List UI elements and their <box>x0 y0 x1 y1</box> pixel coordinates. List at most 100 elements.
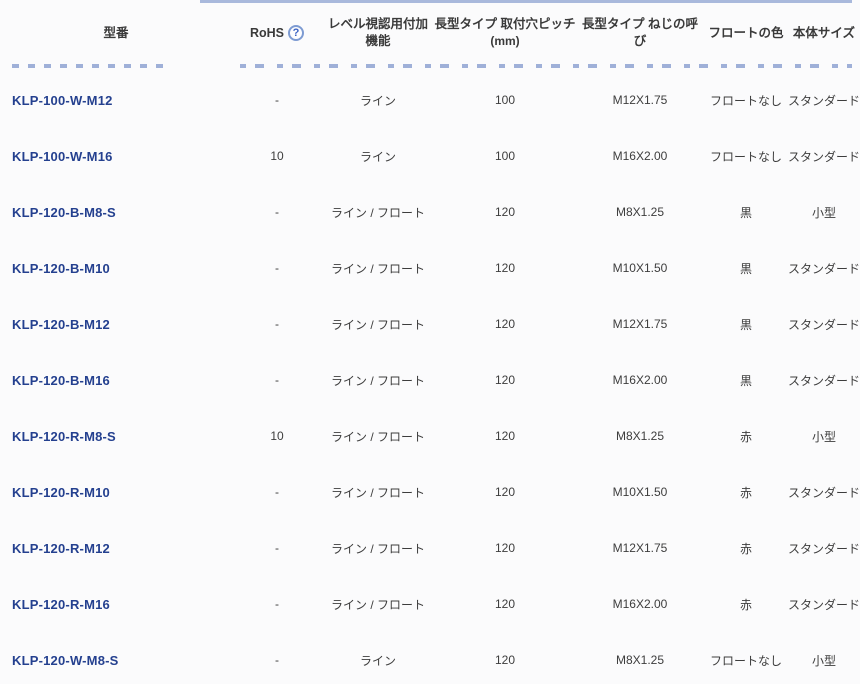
level-function-value: ライン / フロート <box>322 428 434 445</box>
body-size-value: スタンダード <box>788 92 860 109</box>
rohs-value: - <box>232 317 322 331</box>
column-header-hole-pitch-unit: (mm) <box>434 33 576 49</box>
level-function-value: ライン <box>322 92 434 109</box>
table-row: KLP-120-W-M8-S - ライン 120 M8X1.25 フロートなし … <box>0 632 860 684</box>
column-header-model: 型番 <box>0 25 232 42</box>
screw-size-value: M16X2.00 <box>576 373 704 387</box>
level-function-value: ライン / フロート <box>322 484 434 501</box>
hole-pitch-value: 120 <box>434 373 576 387</box>
body-size-value: スタンダード <box>788 540 860 557</box>
hole-pitch-value: 120 <box>434 541 576 555</box>
model-cell: KLP-120-B-M16 <box>0 373 232 388</box>
product-table: 型番 RoHS ? レベル視認用付加機能 長型タイプ 取付穴ピッチ (mm) 長… <box>0 0 860 64</box>
body-size-value: スタンダード <box>788 148 860 165</box>
screw-size-value: M10X1.50 <box>576 261 704 275</box>
model-link[interactable]: KLP-100-W-M16 <box>12 149 113 164</box>
model-link[interactable]: KLP-120-W-M8-S <box>12 653 119 668</box>
hole-pitch-value: 120 <box>434 261 576 275</box>
hole-pitch-value: 100 <box>434 93 576 107</box>
model-link[interactable]: KLP-120-B-M8-S <box>12 205 116 220</box>
model-link[interactable]: KLP-120-R-M10 <box>12 485 110 500</box>
rohs-value: - <box>232 485 322 499</box>
rohs-value: - <box>232 373 322 387</box>
float-color-value: 赤 <box>704 540 788 557</box>
screw-size-value: M16X2.00 <box>576 597 704 611</box>
hole-pitch-value: 120 <box>434 653 576 667</box>
table-row: KLP-120-R-M12 - ライン / フロート 120 M12X1.75 … <box>0 520 860 576</box>
screw-size-value: M8X1.25 <box>576 653 704 667</box>
level-function-value: ライン / フロート <box>322 204 434 221</box>
float-color-value: フロートなし <box>704 652 788 669</box>
column-header-float-color: フロートの色 <box>704 25 788 42</box>
hole-pitch-value: 120 <box>434 317 576 331</box>
model-link[interactable]: KLP-120-B-M10 <box>12 261 110 276</box>
rohs-value: - <box>232 205 322 219</box>
body-size-value: スタンダード <box>788 372 860 389</box>
rohs-value: - <box>232 541 322 555</box>
rohs-value: - <box>232 93 322 107</box>
hole-pitch-value: 120 <box>434 429 576 443</box>
body-size-value: 小型 <box>788 652 860 669</box>
float-color-value: 黒 <box>704 260 788 277</box>
model-cell: KLP-120-W-M8-S <box>0 653 232 668</box>
float-color-value: 黒 <box>704 316 788 333</box>
model-cell: KLP-120-R-M10 <box>0 485 232 500</box>
column-header-rohs: RoHS ? <box>232 25 322 42</box>
rohs-value: 10 <box>232 429 322 443</box>
model-cell: KLP-100-W-M16 <box>0 149 232 164</box>
table-body: KLP-100-W-M12 - ライン 100 M12X1.75 フロートなし … <box>0 72 860 684</box>
clipped-row-remnant-left <box>12 64 170 68</box>
table-row: KLP-120-R-M10 - ライン / フロート 120 M10X1.50 … <box>0 464 860 520</box>
model-link[interactable]: KLP-120-B-M12 <box>12 317 110 332</box>
column-header-body-size: 本体サイズ <box>788 25 860 42</box>
screw-size-value: M10X1.50 <box>576 485 704 499</box>
table-row: KLP-120-R-M8-S 10 ライン / フロート 120 M8X1.25… <box>0 408 860 464</box>
float-color-value: 赤 <box>704 484 788 501</box>
column-header-hole-pitch-label: 長型タイプ 取付穴ピッチ <box>434 16 576 33</box>
model-link[interactable]: KLP-120-B-M16 <box>12 373 110 388</box>
column-header-level-function: レベル視認用付加機能 <box>322 16 434 50</box>
level-function-value: ライン / フロート <box>322 316 434 333</box>
table-row: KLP-120-B-M12 - ライン / フロート 120 M12X1.75 … <box>0 296 860 352</box>
table-row: KLP-120-B-M10 - ライン / フロート 120 M10X1.50 … <box>0 240 860 296</box>
model-cell: KLP-120-B-M8-S <box>0 205 232 220</box>
rohs-value: - <box>232 597 322 611</box>
level-function-value: ライン <box>322 148 434 165</box>
rohs-value: - <box>232 653 322 667</box>
float-color-value: フロートなし <box>704 148 788 165</box>
column-header-hole-pitch: 長型タイプ 取付穴ピッチ (mm) <box>434 16 576 49</box>
body-size-value: 小型 <box>788 428 860 445</box>
float-color-value: 黒 <box>704 372 788 389</box>
clipped-row-remnant-right <box>240 64 852 68</box>
model-link[interactable]: KLP-120-R-M16 <box>12 597 110 612</box>
level-function-value: ライン / フロート <box>322 596 434 613</box>
rohs-value: - <box>232 261 322 275</box>
table-row: KLP-120-R-M16 - ライン / フロート 120 M16X2.00 … <box>0 576 860 632</box>
model-cell: KLP-120-B-M10 <box>0 261 232 276</box>
rohs-help-icon[interactable]: ? <box>288 25 304 41</box>
model-link[interactable]: KLP-120-R-M8-S <box>12 429 116 444</box>
level-function-value: ライン / フロート <box>322 372 434 389</box>
table-row: KLP-100-W-M12 - ライン 100 M12X1.75 フロートなし … <box>0 72 860 128</box>
screw-size-value: M12X1.75 <box>576 317 704 331</box>
hole-pitch-value: 120 <box>434 597 576 611</box>
table-row: KLP-120-B-M16 - ライン / フロート 120 M16X2.00 … <box>0 352 860 408</box>
model-link[interactable]: KLP-100-W-M12 <box>12 93 113 108</box>
level-function-value: ライン / フロート <box>322 260 434 277</box>
model-cell: KLP-120-R-M8-S <box>0 429 232 444</box>
hole-pitch-value: 120 <box>434 205 576 219</box>
body-size-value: スタンダード <box>788 484 860 501</box>
body-size-value: スタンダード <box>788 596 860 613</box>
hole-pitch-value: 120 <box>434 485 576 499</box>
float-color-value: 赤 <box>704 428 788 445</box>
float-color-value: 黒 <box>704 204 788 221</box>
body-size-value: 小型 <box>788 204 860 221</box>
float-color-value: 赤 <box>704 596 788 613</box>
rohs-value: 10 <box>232 149 322 163</box>
model-cell: KLP-120-B-M12 <box>0 317 232 332</box>
float-color-value: フロートなし <box>704 92 788 109</box>
table-row: KLP-120-B-M8-S - ライン / フロート 120 M8X1.25 … <box>0 184 860 240</box>
model-link[interactable]: KLP-120-R-M12 <box>12 541 110 556</box>
table-header-row: 型番 RoHS ? レベル視認用付加機能 長型タイプ 取付穴ピッチ (mm) 長… <box>0 0 860 64</box>
column-header-screw-size: 長型タイプ ねじの呼び <box>576 16 704 50</box>
